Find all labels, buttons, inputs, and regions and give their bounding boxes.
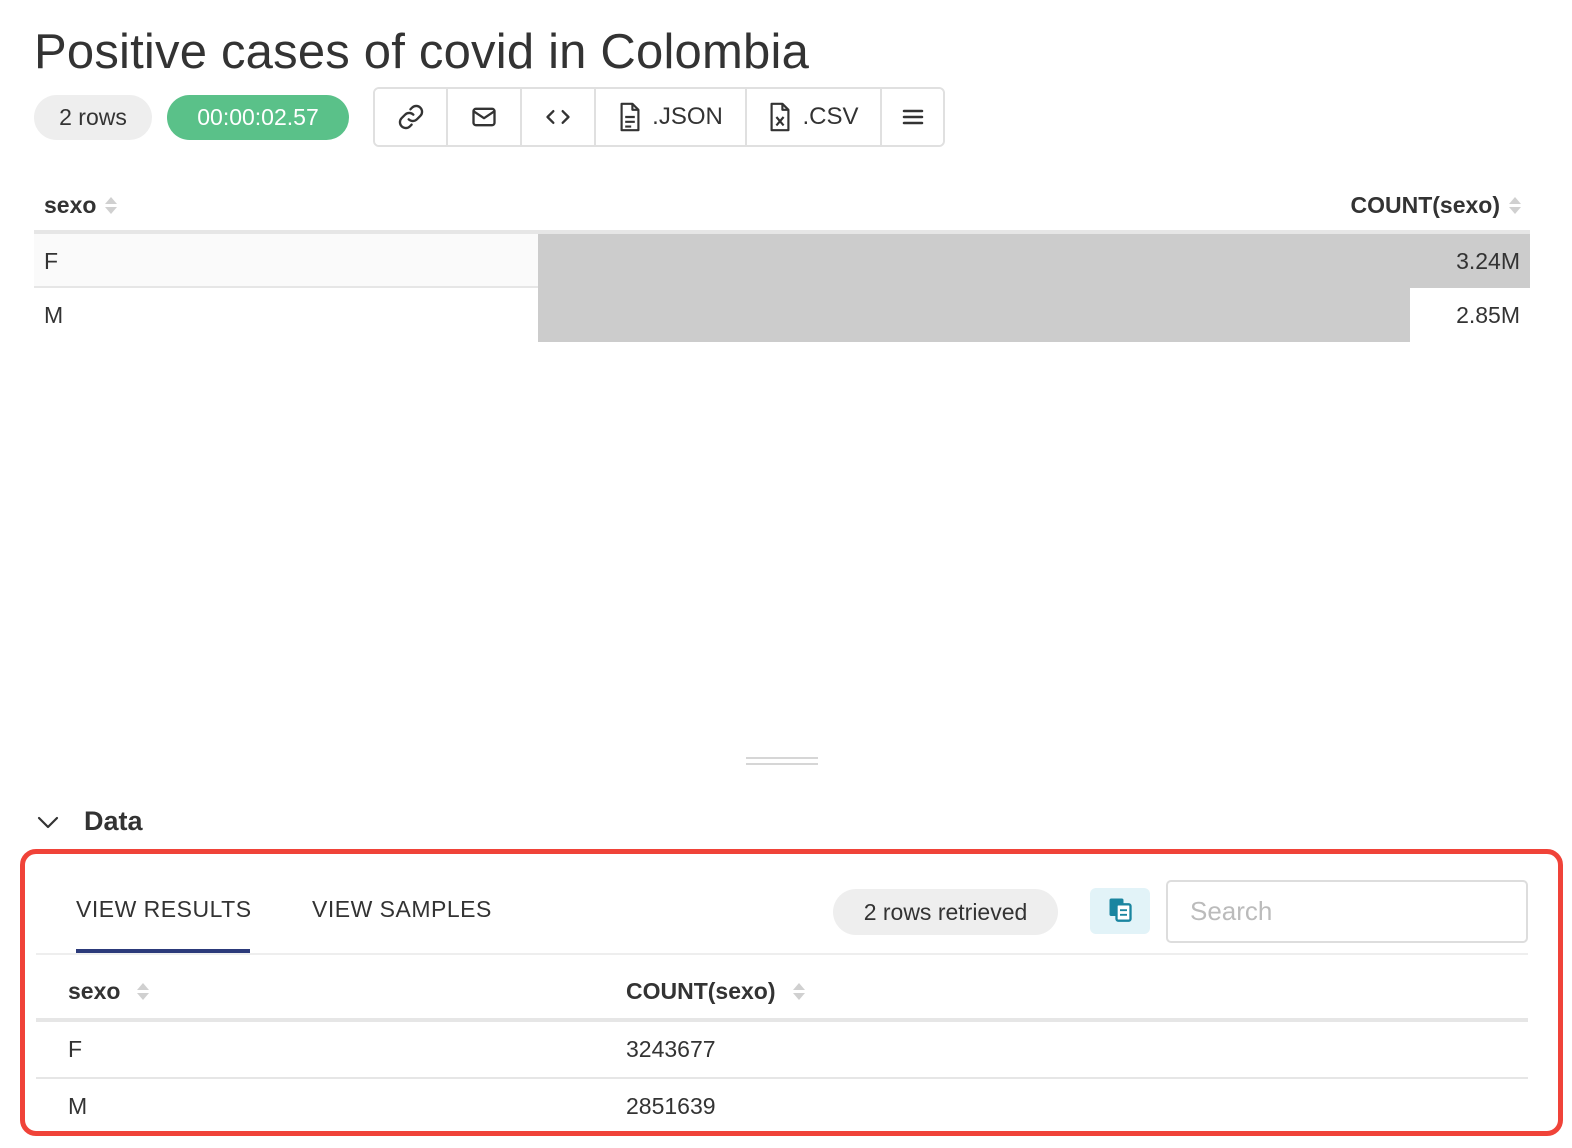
json-label: .JSON	[652, 103, 723, 130]
pane-resize-handle[interactable]	[746, 757, 818, 765]
search-input[interactable]	[1166, 880, 1528, 943]
tabs-divider	[36, 953, 1528, 955]
code-icon	[544, 103, 572, 131]
sexo-column-header[interactable]: sexo	[68, 978, 150, 1005]
hamburger-menu-icon	[901, 105, 925, 129]
mail-icon	[470, 103, 498, 131]
table-row: M 2.85M	[34, 288, 1530, 342]
count-column-header[interactable]: COUNT(sexo)	[1350, 192, 1522, 219]
value-bar	[538, 288, 1410, 342]
sort-icon	[792, 981, 806, 1003]
chevron-down-icon	[36, 806, 60, 837]
cell-count: 2851639	[626, 1093, 716, 1119]
file-text-icon	[618, 102, 642, 132]
copy-link-button[interactable]	[375, 89, 448, 145]
export-json-button[interactable]: .JSON	[596, 89, 747, 145]
row-value: 2.85M	[1456, 302, 1520, 328]
table-header: sexo COUNT(sexo)	[34, 182, 1530, 234]
sort-icon	[136, 981, 150, 1003]
table-header-divider	[36, 1018, 1528, 1022]
table-row: F 3.24M	[34, 234, 1530, 288]
count-column-header[interactable]: COUNT(sexo)	[626, 978, 806, 1005]
row-count-badge: 2 rows	[34, 95, 152, 140]
row-label: F	[44, 248, 59, 274]
sexo-column-header[interactable]: sexo	[44, 192, 118, 219]
tab-view-samples[interactable]: VIEW SAMPLES	[312, 896, 492, 923]
sort-icon	[104, 195, 118, 217]
copy-icon	[1106, 895, 1134, 928]
cell-sexo: M	[68, 1093, 88, 1119]
row-divider	[36, 1077, 1528, 1079]
file-csv-icon	[768, 102, 792, 132]
value-bar	[538, 234, 1530, 288]
data-section-toggle[interactable]: Data	[36, 806, 143, 837]
data-section-title: Data	[84, 806, 143, 836]
cell-count: 3243677	[626, 1036, 716, 1062]
sort-icon	[1508, 195, 1522, 217]
cell-sexo: F	[68, 1036, 83, 1062]
results-bar-table: sexo COUNT(sexo) F 3.24M M 2.85M	[34, 182, 1530, 342]
embed-code-button[interactable]	[522, 89, 596, 145]
page-title: Positive cases of covid in Colombia	[34, 25, 810, 79]
query-timer-badge: 00:00:02.57	[167, 95, 349, 140]
link-icon	[397, 103, 425, 131]
tab-view-results[interactable]: VIEW RESULTS	[76, 896, 252, 923]
email-button[interactable]	[448, 89, 522, 145]
csv-label: .CSV	[802, 103, 859, 130]
row-label: M	[44, 302, 64, 328]
export-toolbar: .JSON .CSV	[373, 87, 945, 147]
export-csv-button[interactable]: .CSV	[747, 89, 882, 145]
more-options-button[interactable]	[882, 89, 943, 145]
copy-to-clipboard-button[interactable]	[1090, 888, 1150, 934]
rows-retrieved-badge: 2 rows retrieved	[833, 889, 1058, 935]
row-value: 3.24M	[1456, 248, 1520, 274]
